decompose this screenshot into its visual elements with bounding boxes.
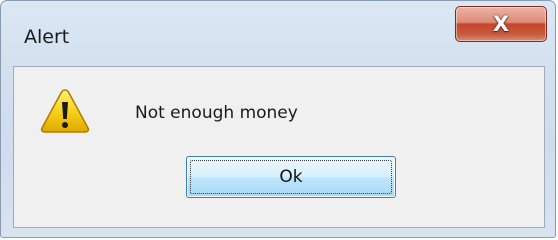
alert-message: Not enough money [135, 103, 298, 123]
ok-button-label: Ok [279, 167, 303, 187]
dialog-body: Not enough money Ok [13, 66, 545, 228]
title-bar[interactable]: Alert X [1, 1, 555, 63]
window-title: Alert [24, 26, 70, 48]
close-button[interactable]: X [455, 6, 547, 42]
ok-button[interactable]: Ok [186, 156, 396, 198]
close-icon: X [492, 11, 510, 36]
alert-window: Alert X Not enough money Ok [0, 0, 556, 238]
warning-icon [40, 89, 90, 133]
